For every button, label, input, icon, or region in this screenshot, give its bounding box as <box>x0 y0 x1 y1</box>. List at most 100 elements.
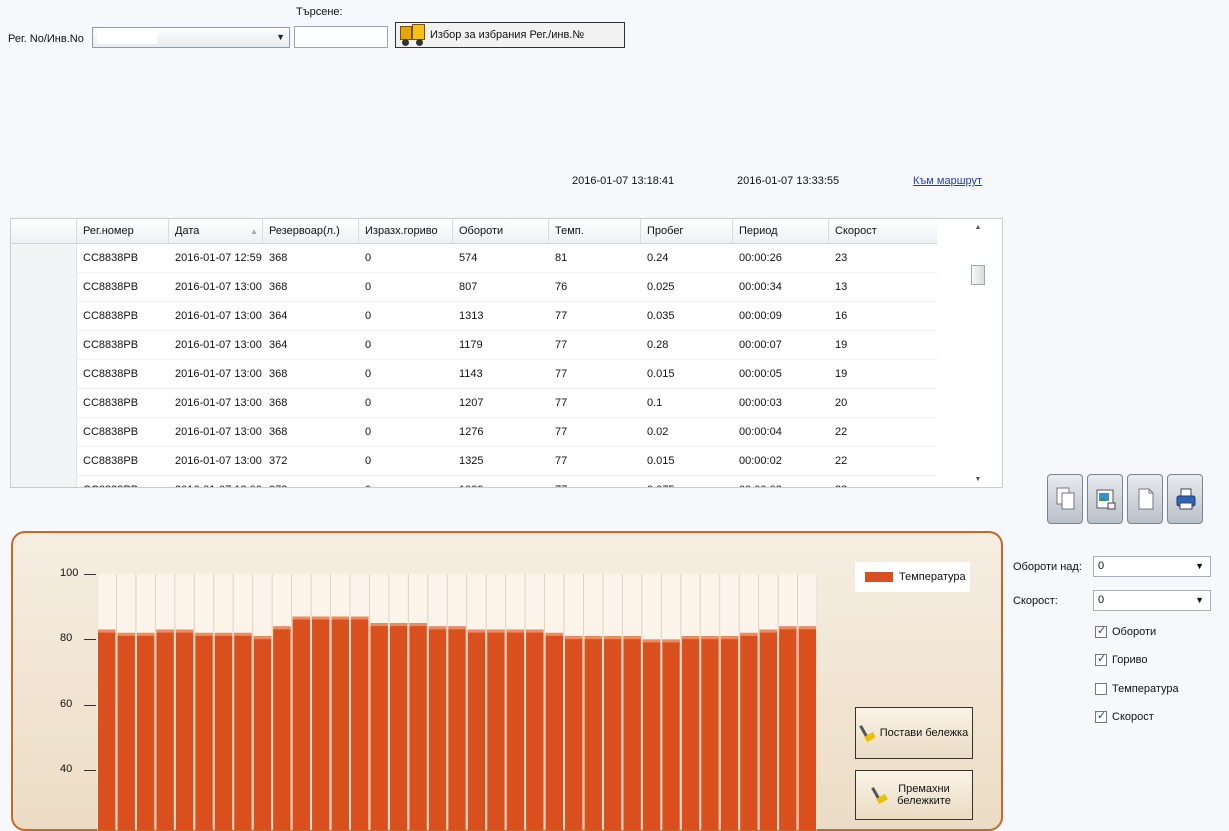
row-header[interactable] <box>11 389 77 418</box>
col-header-period[interactable]: Период <box>733 219 829 244</box>
col-header-distance[interactable]: Пробег <box>641 219 733 244</box>
cell-tank[interactable]: 368 <box>263 389 359 418</box>
cell-tank[interactable]: 368 <box>263 360 359 389</box>
cell-distance[interactable]: 0.28 <box>641 331 733 360</box>
cell-tank[interactable]: 372 <box>263 447 359 476</box>
cell-tank[interactable]: 364 <box>263 302 359 331</box>
cell-speed[interactable]: 23 <box>829 244 937 273</box>
row-header[interactable] <box>11 244 77 273</box>
table-row[interactable]: CC8838PB 2016-01-07 13:00... 368 0 1143 77 0.0… <box>11 360 937 389</box>
cell-distance[interactable]: 0.015 <box>641 360 733 389</box>
cell-distance[interactable]: 0.24 <box>641 244 733 273</box>
cell-period[interactable]: 00:00:03 <box>733 476 829 487</box>
scroll-down-icon[interactable]: ▼ <box>971 473 985 487</box>
col-header-date[interactable]: Дата ▲ <box>169 219 263 244</box>
cell-date[interactable]: 2016-01-07 13:00... <box>169 273 263 302</box>
cell-period[interactable]: 00:00:34 <box>733 273 829 302</box>
table-row[interactable]: CC8838PB 2016-01-07 13:00... 372 0 1325 77 0.0… <box>11 447 937 476</box>
scroll-up-icon[interactable]: ▲ <box>971 221 985 235</box>
cell-distance[interactable]: 0.1 <box>641 389 733 418</box>
cell-rpm[interactable]: 1179 <box>453 331 549 360</box>
row-header[interactable] <box>11 476 77 487</box>
col-header-reg[interactable]: Рег.номер <box>77 219 169 244</box>
cell-rpm[interactable]: 1143 <box>453 360 549 389</box>
cell-reg[interactable]: CC8838PB <box>77 418 169 447</box>
row-header[interactable] <box>11 418 77 447</box>
cell-temp[interactable]: 77 <box>549 476 641 487</box>
checkbox-temperature[interactable]: Температура <box>1095 683 1179 695</box>
cell-reg[interactable]: CC8838PB <box>77 302 169 331</box>
cell-fuel-used[interactable]: 0 <box>359 360 453 389</box>
table-row[interactable]: CC8838PB2016-01-07 13:00...37201099770.0… <box>11 476 937 487</box>
cell-fuel-used[interactable]: 0 <box>359 447 453 476</box>
table-row[interactable]: CC8838PB 2016-01-07 13:00... 364 0 1179 77 0.2… <box>11 331 937 360</box>
cell-period[interactable]: 00:00:05 <box>733 360 829 389</box>
col-header-fuel-used[interactable]: Изразх.гориво <box>359 219 453 244</box>
cell-distance[interactable]: 0.02 <box>641 418 733 447</box>
route-link[interactable]: Към маршрут <box>913 175 982 187</box>
cell-date[interactable]: 2016-01-07 13:00... <box>169 331 263 360</box>
cell-period[interactable]: 00:00:26 <box>733 244 829 273</box>
add-note-button[interactable]: Постави бележка <box>855 707 973 759</box>
cell-tank[interactable]: 368 <box>263 418 359 447</box>
cell-rpm[interactable]: 1207 <box>453 389 549 418</box>
copy-button[interactable] <box>1047 474 1083 524</box>
cell-date[interactable]: 2016-01-07 13:00... <box>169 447 263 476</box>
cell-temp[interactable]: 76 <box>549 273 641 302</box>
checkbox-fuel[interactable]: Гориво <box>1095 652 1147 666</box>
cell-period[interactable]: 00:00:09 <box>733 302 829 331</box>
export-image-button[interactable] <box>1087 474 1123 524</box>
cell-temp[interactable]: 77 <box>549 302 641 331</box>
grid-scrollbar[interactable]: ▲ ▼ <box>971 221 985 487</box>
cell-speed[interactable]: 13 <box>829 273 937 302</box>
cell-temp[interactable]: 81 <box>549 244 641 273</box>
row-header[interactable] <box>11 360 77 389</box>
cell-reg[interactable]: CC8838PB <box>77 244 169 273</box>
cell-speed[interactable]: 16 <box>829 302 937 331</box>
row-header[interactable] <box>11 447 77 476</box>
cell-tank[interactable]: 368 <box>263 244 359 273</box>
cell-distance[interactable]: 0.015 <box>641 447 733 476</box>
cell-fuel-used[interactable]: 0 <box>359 273 453 302</box>
cell-reg[interactable]: CC8838PB <box>77 447 169 476</box>
cell-fuel-used[interactable]: 0 <box>359 389 453 418</box>
table-row[interactable]: CC8838PB 2016-01-07 13:00... 368 0 807 76 0.02… <box>11 273 937 302</box>
cell-temp[interactable]: 77 <box>549 360 641 389</box>
pick-selected-button[interactable]: Избор за избрания Рег./инв.№ <box>395 22 625 48</box>
row-header[interactable] <box>11 331 77 360</box>
checkbox-rpm-box[interactable] <box>1095 624 1107 638</box>
speed-select[interactable]: 0 ▼ <box>1093 590 1211 611</box>
cell-period[interactable]: 00:00:07 <box>733 331 829 360</box>
cell-tank[interactable]: 368 <box>263 273 359 302</box>
cell-distance[interactable]: 0.035 <box>641 302 733 331</box>
cell-tank[interactable]: 364 <box>263 331 359 360</box>
cell-reg[interactable]: CC8838PB <box>77 389 169 418</box>
cell-fuel-used[interactable]: 0 <box>359 418 453 447</box>
rpm-over-select[interactable]: 0 ▼ <box>1093 556 1211 577</box>
cell-tank[interactable]: 372 <box>263 476 359 487</box>
print-button[interactable] <box>1167 474 1203 524</box>
cell-rpm[interactable]: 1313 <box>453 302 549 331</box>
cell-period[interactable]: 00:00:02 <box>733 447 829 476</box>
checkbox-rpm[interactable]: Обороти <box>1095 624 1156 638</box>
cell-period[interactable]: 00:00:03 <box>733 389 829 418</box>
row-header[interactable] <box>11 273 77 302</box>
col-header-temp[interactable]: Темп. <box>549 219 641 244</box>
cell-period[interactable]: 00:00:04 <box>733 418 829 447</box>
cell-date[interactable]: 2016-01-07 13:00... <box>169 360 263 389</box>
cell-date[interactable]: 2016-01-07 13:00... <box>169 302 263 331</box>
cell-distance[interactable]: 0.075 <box>641 476 733 487</box>
cell-reg[interactable]: CC8838PB <box>77 331 169 360</box>
checkbox-speed[interactable]: Скорост <box>1095 709 1154 723</box>
cell-fuel-used[interactable]: 0 <box>359 331 453 360</box>
cell-rpm[interactable]: 1276 <box>453 418 549 447</box>
cell-temp[interactable]: 77 <box>549 418 641 447</box>
cell-temp[interactable]: 77 <box>549 447 641 476</box>
col-header-tank[interactable]: Резервоар(л.) <box>263 219 359 244</box>
cell-distance[interactable]: 0.025 <box>641 273 733 302</box>
table-row[interactable]: CC8838PB 2016-01-07 13:00... 368 0 1276 77 0.0… <box>11 418 937 447</box>
cell-rpm[interactable]: 1325 <box>453 447 549 476</box>
cell-speed[interactable]: 19 <box>829 331 937 360</box>
col-header-speed[interactable]: Скорост <box>829 219 937 244</box>
cell-reg[interactable]: CC8838PB <box>77 360 169 389</box>
